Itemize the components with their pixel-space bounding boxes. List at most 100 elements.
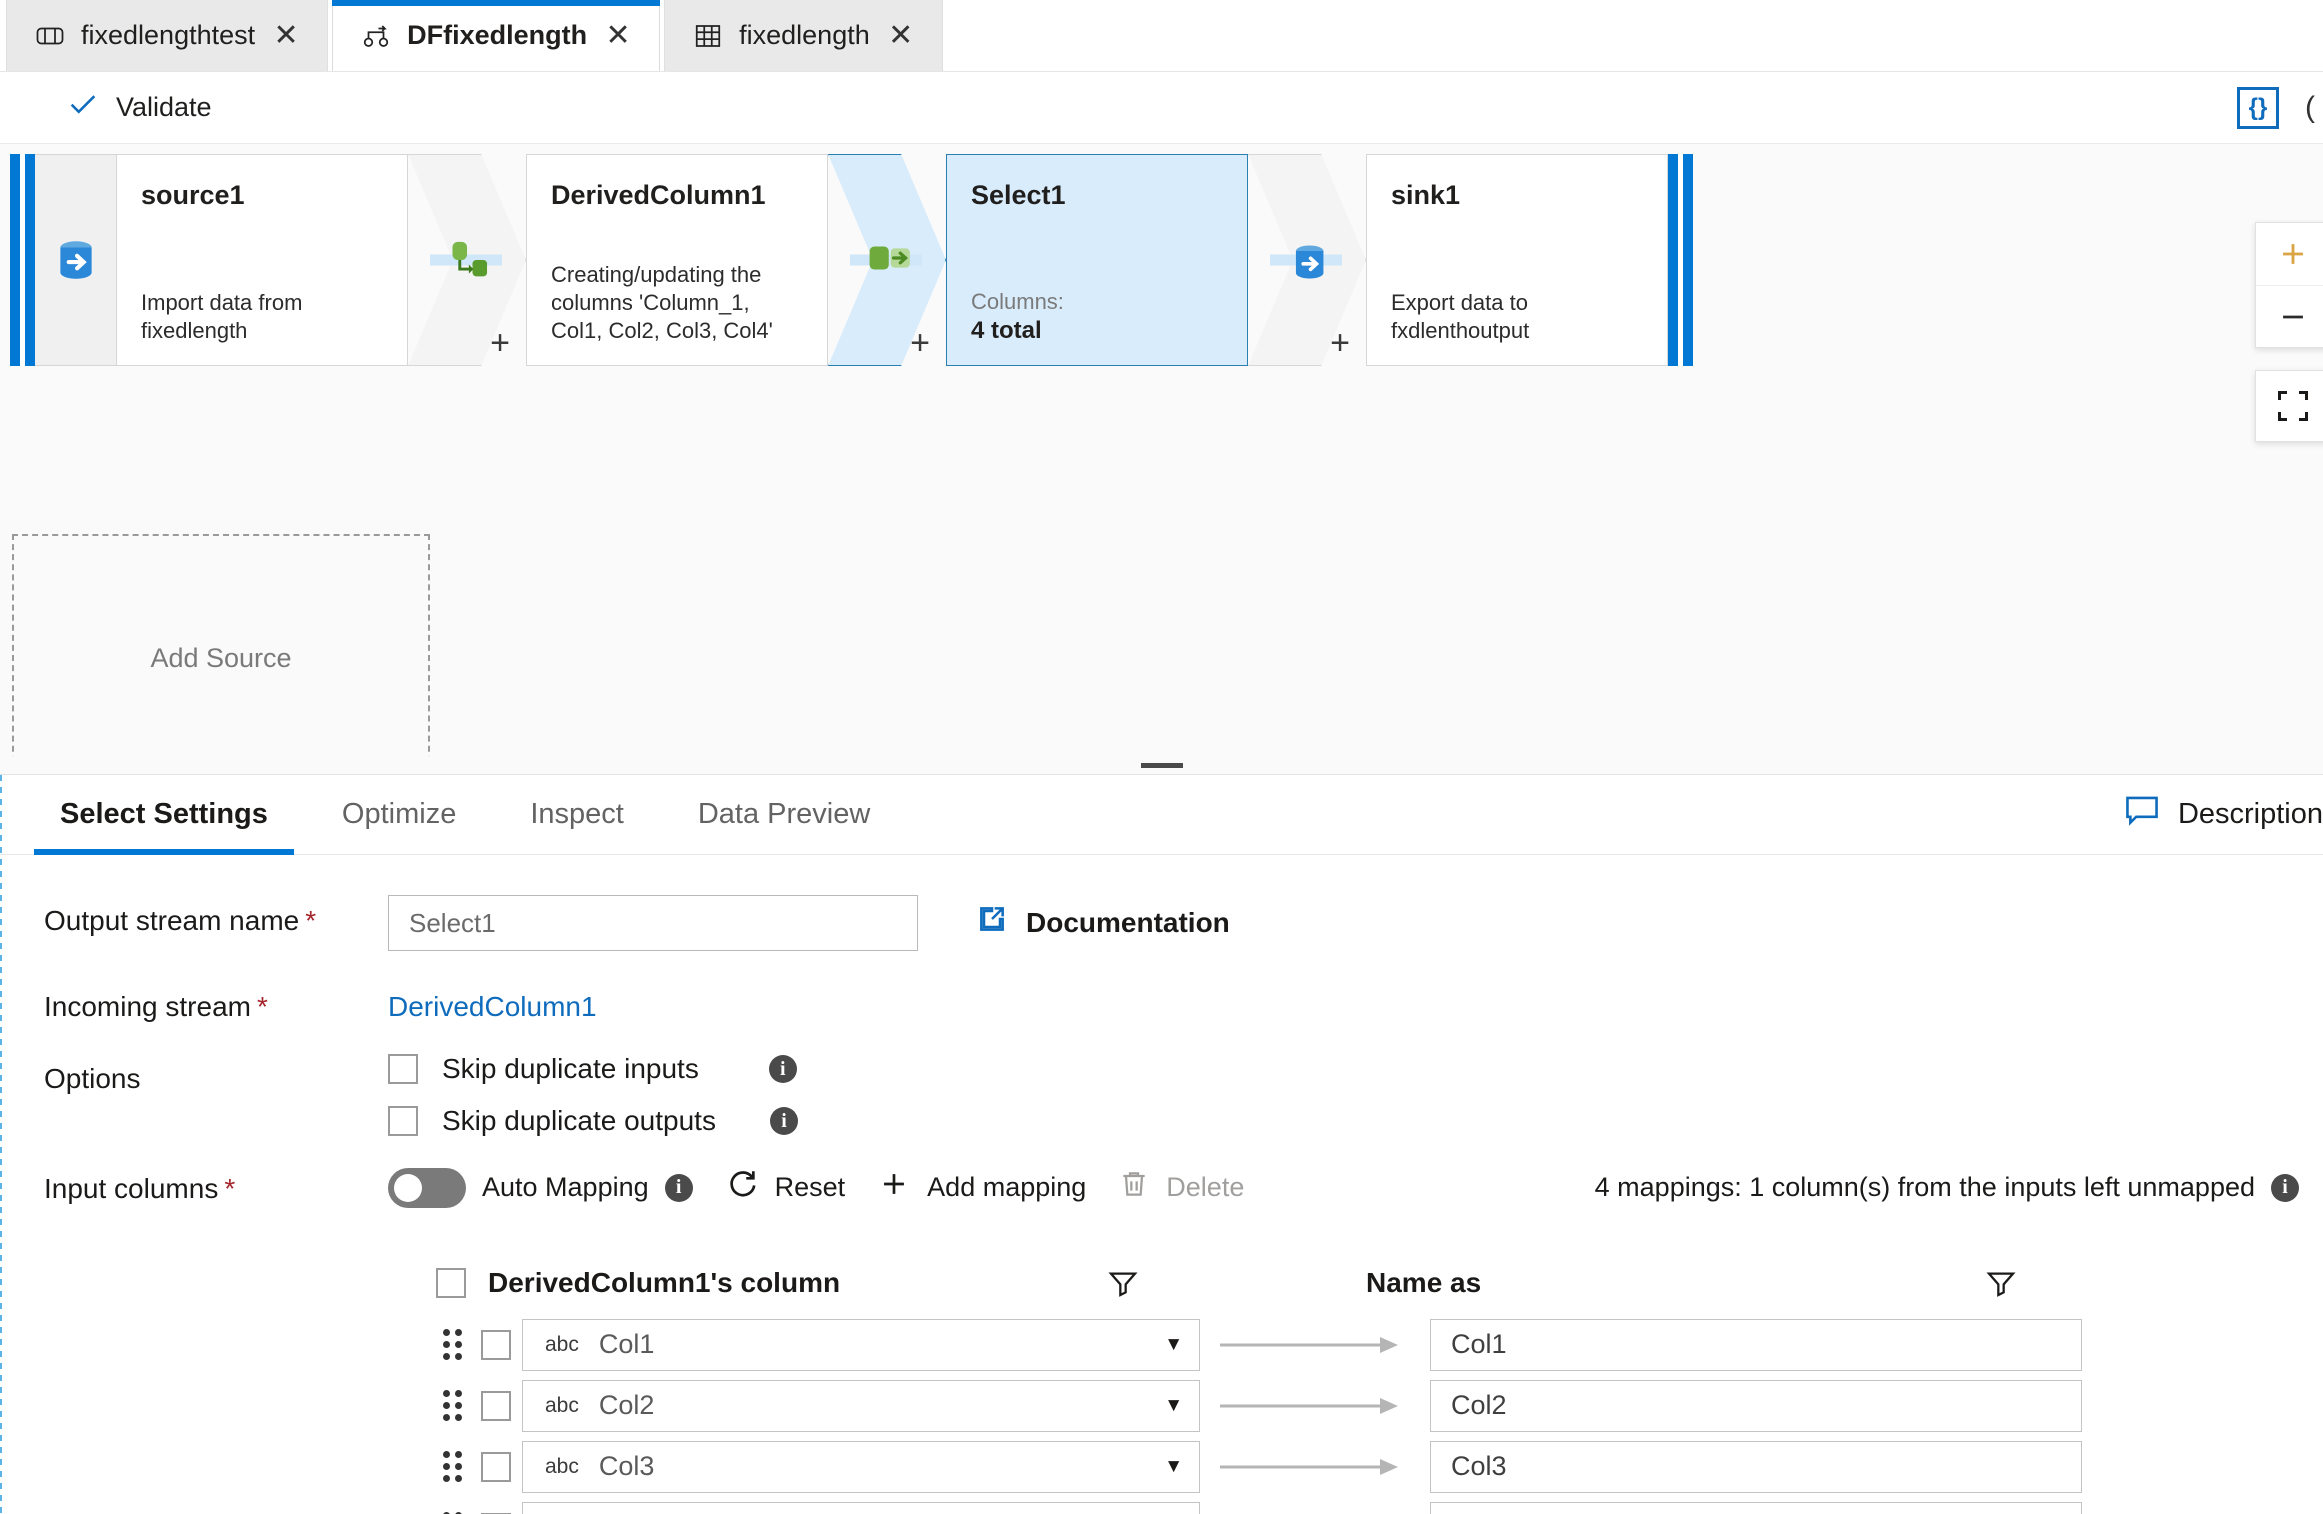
target-name-value: Col1 [1451, 1329, 1507, 1360]
source-column-value: Col2 [599, 1390, 655, 1421]
overflow-icon[interactable]: ( [2305, 91, 2323, 125]
dataflow-canvas[interactable]: source1 Import data from fixedlength + D… [0, 144, 2323, 756]
tab-label: Optimize [342, 798, 456, 831]
tab-fixedlength[interactable]: fixedlength ✕ [664, 0, 943, 71]
add-source-placeholder[interactable]: Add Source [12, 534, 430, 756]
info-icon[interactable]: i [665, 1174, 693, 1202]
code-braces-icon[interactable]: {} [2237, 87, 2279, 129]
delete-label: Delete [1166, 1172, 1244, 1203]
add-mapping-button[interactable]: Add mapping [861, 1159, 1102, 1216]
incoming-stream-link[interactable]: DerivedColumn1 [388, 981, 597, 1023]
target-name-input[interactable]: Col2 [1430, 1380, 2082, 1432]
filter-icon-target[interactable] [1974, 1266, 2028, 1300]
target-name-input[interactable]: Col3 [1430, 1441, 2082, 1493]
fit-to-screen-button[interactable] [2255, 370, 2323, 442]
documentation-link[interactable]: Documentation [976, 903, 1230, 942]
chevron-down-icon[interactable]: ▼ [1164, 1395, 1183, 1417]
reset-button[interactable]: Reset [709, 1159, 862, 1216]
select-all-cell [436, 1268, 488, 1298]
table-row[interactable]: abc Col1 ▼ Col1 [44, 1314, 2323, 1375]
source-column-dropdown[interactable]: abc Col1 ▼ [522, 1319, 1200, 1371]
validate-label: Validate [116, 92, 212, 123]
zoom-controls [2255, 222, 2323, 348]
validate-button[interactable]: Validate [58, 81, 220, 134]
table-row[interactable]: abc Col4 ▼ Col4 [44, 1497, 2323, 1514]
target-name-input[interactable]: Col1 [1430, 1319, 2082, 1371]
drag-handle-icon[interactable] [434, 1329, 470, 1360]
select-settings-form: Output stream name* Select1 Documentatio… [0, 855, 2323, 1514]
add-node-button[interactable]: + [910, 326, 930, 360]
tab-select-settings[interactable]: Select Settings [34, 775, 294, 855]
close-icon[interactable]: ✕ [271, 21, 301, 51]
close-icon[interactable]: ✕ [886, 21, 916, 51]
command-bar-left: Validate [58, 81, 220, 134]
header-source-label: DerivedColumn1's column [488, 1267, 840, 1299]
checkmark-icon [66, 87, 100, 128]
tab-data-preview[interactable]: Data Preview [672, 775, 896, 855]
add-node-button[interactable]: + [1330, 326, 1350, 360]
auto-mapping-toggle[interactable] [388, 1168, 466, 1208]
node-sink1[interactable]: sink1 Export data to fxdlenthoutput [1366, 154, 1668, 366]
required-marker: * [257, 991, 268, 1022]
info-icon[interactable]: i [769, 1055, 797, 1083]
skip-duplicate-outputs-checkbox[interactable] [388, 1106, 418, 1136]
connector-source1-derivedcolumn1[interactable]: + [408, 154, 526, 366]
target-name-input[interactable]: Col4 [1430, 1502, 2082, 1514]
source-column-dropdown[interactable]: abc Col2 ▼ [522, 1380, 1200, 1432]
table-row[interactable]: abc Col3 ▼ Col3 [44, 1436, 2323, 1497]
source-database-icon [35, 155, 117, 365]
node-body: sink1 Export data to fxdlenthoutput [1367, 155, 1667, 365]
documentation-label: Documentation [1026, 907, 1230, 939]
tab-fixedlengthtest[interactable]: fixedlengthtest ✕ [6, 0, 328, 71]
tab-optimize[interactable]: Optimize [316, 775, 482, 855]
mapping-table: DerivedColumn1's column Name as [44, 1252, 2323, 1514]
info-icon[interactable]: i [2271, 1174, 2299, 1202]
source-column-dropdown[interactable]: abc Col4 ▼ [522, 1502, 1200, 1514]
derived-column-icon [448, 240, 494, 280]
info-icon[interactable]: i [770, 1107, 798, 1135]
plus-icon [877, 1167, 911, 1208]
description-button[interactable]: Description [2124, 795, 2323, 835]
output-stream-name-input[interactable]: Select1 [388, 895, 918, 951]
select-all-checkbox[interactable] [436, 1268, 466, 1298]
dataset-icon [693, 21, 723, 51]
panel-splitter[interactable] [0, 756, 2323, 774]
option-skip-duplicate-outputs[interactable]: Skip duplicate outputs i [388, 1105, 798, 1137]
tab-dffixedlength[interactable]: DFfixedlength ✕ [332, 0, 660, 71]
source-column-dropdown[interactable]: abc Col3 ▼ [522, 1441, 1200, 1493]
field-input-columns: Input columns* Auto Mapping i Reset [44, 1159, 2323, 1216]
close-icon[interactable]: ✕ [603, 21, 633, 51]
chevron-down-icon[interactable]: ▼ [1164, 1334, 1183, 1356]
option-label: Skip duplicate inputs [442, 1053, 699, 1085]
field-label: Output stream name* [44, 895, 388, 937]
type-badge: abc [545, 1333, 579, 1357]
node-derivedcolumn1[interactable]: DerivedColumn1 Creating/updating the col… [526, 154, 828, 366]
table-row[interactable]: abc Col2 ▼ Col2 [44, 1375, 2323, 1436]
node-select1[interactable]: Select1 Columns: 4 total [946, 154, 1248, 366]
command-bar-right: {} ( [2237, 87, 2323, 129]
delete-button: Delete [1102, 1160, 1260, 1215]
connector-derivedcolumn1-select1[interactable]: + [828, 154, 946, 366]
connector-select1-sink1[interactable]: + [1248, 154, 1366, 366]
source-column-value: Col3 [599, 1451, 655, 1482]
drag-handle-icon[interactable] [434, 1451, 470, 1482]
drag-handle-icon[interactable] [434, 1390, 470, 1421]
add-node-button[interactable]: + [490, 326, 510, 360]
row-checkbox[interactable] [481, 1330, 511, 1360]
node-source1[interactable]: source1 Import data from fixedlength [35, 154, 408, 366]
filter-icon-source[interactable] [1096, 1266, 1150, 1300]
zoom-out-button[interactable] [2256, 285, 2323, 347]
tab-inspect[interactable]: Inspect [504, 775, 650, 855]
skip-duplicate-inputs-checkbox[interactable] [388, 1054, 418, 1084]
auto-mapping-label-group[interactable]: Auto Mapping i [466, 1164, 709, 1211]
option-skip-duplicate-inputs[interactable]: Skip duplicate inputs i [388, 1053, 798, 1085]
chevron-down-icon[interactable]: ▼ [1164, 1456, 1183, 1478]
row-checkbox[interactable] [481, 1452, 511, 1482]
tab-label: DFfixedlength [407, 20, 587, 51]
splitter-grip[interactable] [1141, 763, 1183, 768]
mapping-status-text: 4 mappings: 1 column(s) from the inputs … [1595, 1172, 2255, 1203]
node-description: Export data to fxdlenthoutput [1391, 289, 1643, 345]
input-columns-label: Input columns [44, 1173, 218, 1204]
zoom-in-button[interactable] [2256, 223, 2323, 285]
row-checkbox[interactable] [481, 1391, 511, 1421]
